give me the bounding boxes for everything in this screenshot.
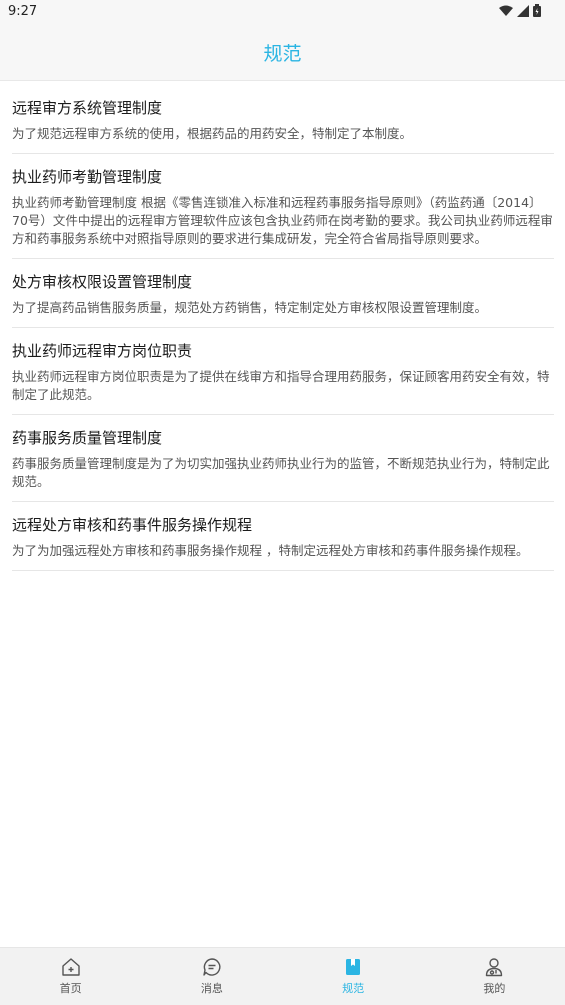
header-bar: 规范 [0, 24, 565, 81]
tab-standards[interactable]: 规范 [283, 948, 424, 1005]
page-title: 规范 [263, 42, 302, 65]
list-item[interactable]: 执业药师考勤管理制度 执业药师考勤管理制度 根据《零售连锁准入标准和远程药事服务… [12, 154, 554, 259]
tab-profile[interactable]: 我的 [424, 948, 565, 1005]
item-description: 为了规范远程审方系统的使用，根据药品的用药安全，特制定了本制度。 [12, 126, 413, 141]
tab-label: 规范 [342, 982, 365, 995]
message-icon [202, 957, 222, 977]
item-title: 远程处方审核和药事件服务操作规程 [12, 516, 253, 534]
signal-icon [517, 4, 529, 17]
book-icon [343, 957, 363, 977]
item-title: 执业药师考勤管理制度 [12, 168, 163, 186]
item-title: 执业药师远程审方岗位职责 [12, 342, 193, 360]
tab-label: 首页 [59, 982, 82, 995]
list-item[interactable]: 远程审方系统管理制度 为了规范远程审方系统的使用，根据药品的用药安全，特制定了本… [12, 85, 554, 154]
status-bar: 9:27 [0, 0, 565, 24]
status-icons [499, 4, 541, 17]
profile-icon [484, 957, 504, 977]
tab-messages[interactable]: 消息 [141, 948, 282, 1005]
bottom-tab-bar: 首页 消息 规范 我的 [0, 947, 565, 1005]
item-description: 执业药师考勤管理制度 根据《零售连锁准入标准和远程药事服务指导原则》（药监药通〔… [12, 195, 553, 246]
item-description: 执业药师远程审方岗位职责是为了提供在线审方和指导合理用药服务，保证顾客用药安全有… [12, 369, 550, 402]
list-item[interactable]: 执业药师远程审方岗位职责 执业药师远程审方岗位职责是为了提供在线审方和指导合理用… [12, 328, 554, 415]
battery-icon [533, 4, 541, 17]
item-description: 药事服务质量管理制度是为了为切实加强执业药师执业行为的监管，不断规范执业行为，特… [12, 456, 550, 489]
list-item[interactable]: 处方审核权限设置管理制度 为了提高药品销售服务质量，规范处方药销售，特定制定处方… [12, 259, 554, 328]
policy-list: 远程审方系统管理制度 为了规范远程审方系统的使用，根据药品的用药安全，特制定了本… [12, 85, 554, 571]
home-icon [61, 957, 81, 977]
item-description: 为了提高药品销售服务质量，规范处方药销售，特定制定处方审核权限设置管理制度。 [12, 300, 488, 315]
list-item[interactable]: 药事服务质量管理制度 药事服务质量管理制度是为了为切实加强执业药师执业行为的监管… [12, 415, 554, 502]
tab-home[interactable]: 首页 [0, 948, 141, 1005]
item-title: 远程审方系统管理制度 [12, 99, 163, 117]
tab-label: 我的 [483, 982, 506, 995]
tab-label: 消息 [200, 982, 223, 995]
list-item[interactable]: 远程处方审核和药事件服务操作规程 为了为加强远程处方审核和药事服务操作规程 ，特… [12, 502, 554, 571]
item-title: 药事服务质量管理制度 [12, 429, 163, 447]
wifi-icon [499, 5, 513, 16]
item-description: 为了为加强远程处方审核和药事服务操作规程 ，特制定远程处方审核和药事件服务操作规… [12, 543, 529, 558]
status-time: 9:27 [8, 4, 38, 19]
item-title: 处方审核权限设置管理制度 [12, 273, 193, 291]
